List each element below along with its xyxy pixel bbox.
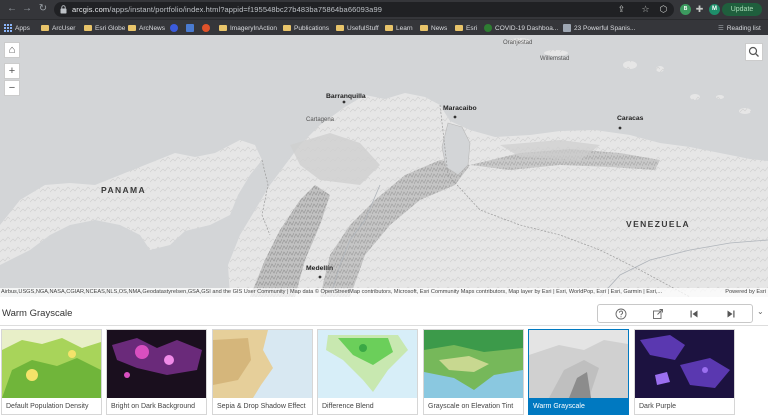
profile-avatar[interactable]: M <box>709 4 720 15</box>
gallery-card-label: Bright on Dark Background <box>111 403 196 410</box>
map-label-medellin: Medellín <box>306 265 334 272</box>
bookmark-arcuser[interactable]: ArcUser <box>41 23 75 33</box>
bookmark-star-icon[interactable]: ☆ <box>640 4 651 15</box>
bookmark-favicon-1[interactable] <box>170 23 178 33</box>
extension-badge-icon[interactable]: B <box>680 4 691 15</box>
gallery-toolbar <box>597 304 753 323</box>
zoom-in-button[interactable]: + <box>4 63 20 79</box>
apps-grid-icon <box>4 24 12 32</box>
forward-icon[interactable]: → <box>21 3 33 15</box>
bookmark-news[interactable]: News <box>420 23 447 33</box>
lock-icon <box>60 5 67 14</box>
help-icon[interactable] <box>615 308 627 320</box>
map-label-barranquilla: Barranquilla <box>326 93 366 100</box>
covid-favicon <box>484 24 492 32</box>
reload-icon[interactable]: ↻ <box>37 3 49 15</box>
folder-icon <box>455 25 463 31</box>
extension-icon[interactable]: ⬡ <box>658 4 669 15</box>
map-label-venezuela: VENEZUELA <box>626 219 691 229</box>
gallery-card-bright-on-dark[interactable]: Bright on Dark Background <box>106 329 207 415</box>
zoom-out-button[interactable]: − <box>4 80 20 96</box>
gallery-card-default-population-density[interactable]: Default Population Density <box>1 329 102 415</box>
bookmarks-bar: Apps ArcUser Esri Globe ArcNews ImageryI… <box>0 19 768 35</box>
folder-icon <box>420 25 428 31</box>
collapse-panel-icon[interactable]: ⌄ <box>757 307 764 316</box>
bookmark-publications[interactable]: Publications <box>283 23 329 33</box>
bookmark-favicon-3[interactable] <box>202 23 210 33</box>
bookmark-usefulstuff[interactable]: UsefulStuff <box>336 23 379 33</box>
gallery-card-sepia-drop-shadow[interactable]: Sepia & Drop Shadow Effect <box>212 329 313 415</box>
panel-divider <box>0 325 768 326</box>
bookmark-apps[interactable]: Apps <box>4 23 30 33</box>
map-label-caracas: Caracas <box>617 115 644 122</box>
update-button[interactable]: Update <box>722 3 762 16</box>
search-icon <box>748 46 759 57</box>
thumbnail-elevation-tint <box>424 330 523 398</box>
thumbnail-population-density <box>2 330 101 398</box>
previous-icon[interactable] <box>688 308 700 320</box>
bookmark-arcnews[interactable]: ArcNews <box>128 23 165 33</box>
gallery-card-label: Default Population Density <box>6 403 89 410</box>
bookmark-covid-dashboard[interactable]: COVID-19 Dashboa... <box>484 23 558 33</box>
url-text: arcgis.com/apps/instant/portfolio/index.… <box>72 5 382 14</box>
bookmark-esri-globe[interactable]: Esri Globe <box>84 23 125 33</box>
map-attribution: Airbus,USGS,NGA,NASA,CGIAR,NCEAS,NLS,OS,… <box>0 288 768 297</box>
gallery-card-difference-blend[interactable]: Difference Blend <box>317 329 418 415</box>
gallery-card-grayscale-elevation[interactable]: Grayscale on Elevation Tint <box>423 329 524 415</box>
thumbnail-warm-grayscale <box>529 330 628 398</box>
folder-icon <box>41 25 49 31</box>
page-favicon <box>563 24 571 32</box>
panel-title: Warm Grayscale <box>2 308 73 319</box>
gallery-card-label: Sepia & Drop Shadow Effect <box>217 403 306 410</box>
thumbnail-sepia <box>213 330 312 398</box>
bookmark-favicon-2[interactable] <box>186 23 194 33</box>
address-bar[interactable]: arcgis.com/apps/instant/portfolio/index.… <box>54 2 674 17</box>
browser-toolbar: ← → ↻ arcgis.com/apps/instant/portfolio/… <box>0 0 768 19</box>
bookmark-imageryinaction[interactable]: ImageryInAction <box>219 23 277 33</box>
site-favicon-icon <box>186 24 194 32</box>
gallery-card-label: Warm Grayscale <box>529 398 628 414</box>
bookmark-learn[interactable]: Learn <box>385 23 413 33</box>
site-favicon-icon <box>202 24 210 32</box>
folder-icon <box>336 25 344 31</box>
folder-icon <box>84 25 92 31</box>
map-label-willemstad: Willemstad <box>540 56 570 62</box>
puzzle-icon[interactable]: ✚ <box>694 4 705 15</box>
folder-icon <box>128 25 136 31</box>
thumbnail-dark-purple <box>635 330 734 398</box>
folder-icon <box>219 25 227 31</box>
map-label-maracaibo: Maracaibo <box>443 105 477 112</box>
thumbnail-difference-blend <box>318 330 417 398</box>
map-label-cartagena: Cartagena <box>306 117 335 123</box>
basemap-graphic <box>0 35 768 297</box>
powered-by-esri[interactable]: Powered by Esri <box>725 288 766 297</box>
back-icon[interactable]: ← <box>6 3 18 15</box>
map-search-button[interactable] <box>745 43 763 61</box>
site-favicon-icon <box>170 24 178 32</box>
next-icon[interactable] <box>725 308 737 320</box>
bookmark-esri[interactable]: Esri <box>455 23 477 33</box>
share-icon[interactable] <box>652 308 664 320</box>
thumbnail-bright-on-dark <box>107 330 206 398</box>
basemap-gallery: Default Population Density Bright on Dar… <box>0 329 768 417</box>
map-view[interactable]: ⌂ + − PANAMA VENEZUELA Barranquilla Mara… <box>0 35 768 297</box>
home-button[interactable]: ⌂ <box>4 42 20 58</box>
folder-icon <box>385 25 393 31</box>
reading-list-icon: ☰ <box>718 25 724 32</box>
share-page-icon[interactable]: ⇪ <box>616 4 627 15</box>
map-label-oranjestad: Oranjestad <box>503 40 533 46</box>
folder-icon <box>283 25 291 31</box>
gallery-card-label: Grayscale on Elevation Tint <box>428 403 514 410</box>
gallery-card-label: Dark Purple <box>639 403 676 410</box>
gallery-card-warm-grayscale[interactable]: Warm Grayscale <box>528 329 629 415</box>
bookmark-spanish[interactable]: 23 Powerful Spanis... <box>563 23 635 33</box>
gallery-card-label: Difference Blend <box>322 403 374 410</box>
reading-list[interactable]: ☰ Reading list <box>718 23 761 33</box>
gallery-card-dark-purple[interactable]: Dark Purple <box>634 329 735 415</box>
map-label-panama: PANAMA <box>101 185 147 195</box>
